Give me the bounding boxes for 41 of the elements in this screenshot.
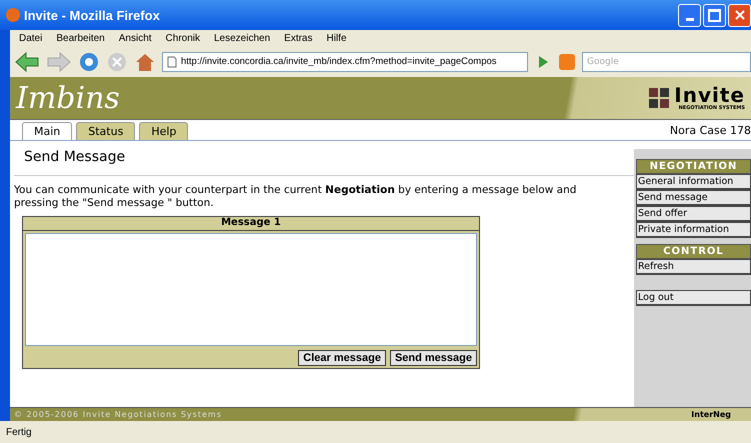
sidebar-item[interactable]: Refresh — [636, 259, 751, 275]
message-title: Message 1 — [23, 217, 479, 231]
tab[interactable]: Main — [22, 122, 72, 140]
menu-item[interactable]: Ansicht — [112, 32, 159, 44]
message-field[interactable] — [25, 233, 477, 346]
sidebar-item[interactable]: Log out — [636, 290, 751, 306]
logo-icon — [648, 87, 670, 109]
menu-item[interactable]: Chronik — [158, 32, 207, 44]
footer-brand: InterNeg — [691, 410, 731, 419]
stop-icon[interactable] — [106, 50, 128, 72]
close-icon — [734, 9, 746, 21]
message-button[interactable]: Clear message — [298, 350, 386, 366]
case-label: Nora Case 178 — [670, 124, 751, 136]
sidebar-heading: CONTROL — [636, 244, 751, 259]
sidebar-item[interactable]: Send message — [636, 190, 751, 206]
address-field[interactable]: http://invite.concordia.ca/invite_mb/index.cfm?method=invite_pageCompos — [162, 52, 528, 72]
sidebar-item[interactable]: Send offer — [636, 206, 751, 222]
close-button[interactable] — [728, 4, 751, 26]
sidebar-heading: NEGOTIATION — [636, 159, 751, 174]
intro-text: You can communicate with your counterpart in the current Negotiation by entering a message below and pressing the "Send message " button. — [14, 184, 578, 210]
message-button[interactable]: Send message — [390, 350, 477, 366]
menu-item[interactable]: Lesezeichen — [207, 32, 278, 44]
sidebar-item[interactable]: Private information — [636, 222, 751, 238]
tab[interactable]: Status — [76, 122, 136, 140]
status-text: Fertig — [6, 426, 32, 438]
site-title: Imbins — [16, 80, 120, 116]
page-heading: Send Message — [14, 149, 634, 176]
back-icon[interactable] — [14, 50, 40, 72]
menu-item[interactable]: Hilfe — [320, 32, 354, 44]
minimize-button[interactable] — [678, 4, 701, 26]
page-icon — [167, 56, 177, 68]
menu-item[interactable]: Datei — [12, 32, 50, 44]
copyright-text: © 2005-2006 Invite Negotiations Systems — [14, 410, 222, 419]
forward-icon[interactable] — [46, 50, 72, 72]
tab[interactable]: Help — [139, 122, 188, 140]
logo-text: Invite — [674, 85, 745, 105]
menu-item[interactable]: Bearbeiten — [49, 32, 112, 44]
window-title: Invite - Mozilla Firefox — [24, 8, 160, 22]
sidebar-item[interactable]: General information — [636, 174, 751, 190]
menu-item[interactable]: Extras — [277, 32, 320, 44]
maximize-button[interactable] — [703, 4, 726, 26]
